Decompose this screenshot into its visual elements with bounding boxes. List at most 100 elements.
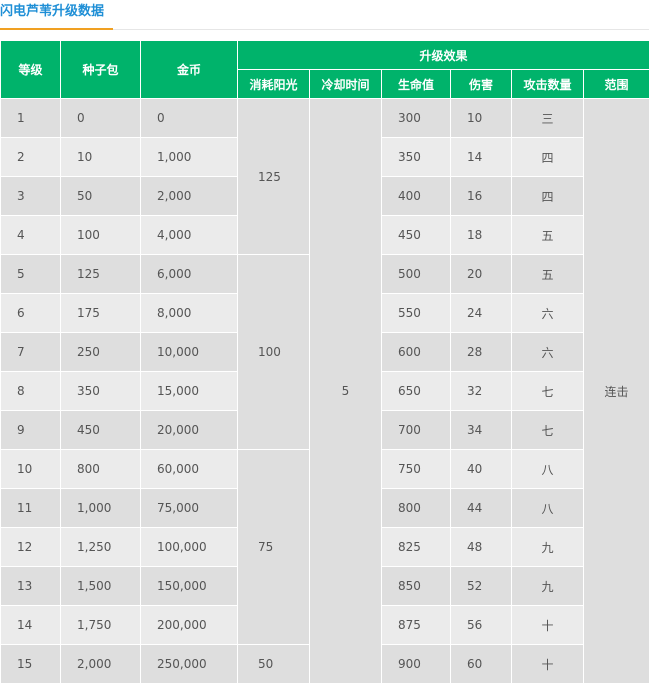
hp-cell: 600 bbox=[381, 332, 451, 372]
damage-cell: 44 bbox=[450, 488, 512, 528]
damage-cell: 28 bbox=[450, 332, 512, 372]
level-cell: 9 bbox=[0, 410, 61, 450]
damage-cell: 24 bbox=[450, 293, 512, 333]
seeds-cell: 0 bbox=[60, 98, 141, 138]
seeds-cell: 450 bbox=[60, 410, 141, 450]
seeds-cell: 800 bbox=[60, 449, 141, 489]
damage-cell: 48 bbox=[450, 527, 512, 567]
attack-count-cell: 七 bbox=[511, 371, 584, 411]
coins-cell: 20,000 bbox=[140, 410, 238, 450]
attack-count-cell: 九 bbox=[511, 527, 584, 567]
sun-cost-cell: 50 bbox=[237, 644, 310, 684]
hp-cell: 850 bbox=[381, 566, 451, 606]
title-bar: 闪电芦苇升级数据 bbox=[0, 0, 649, 30]
level-cell: 2 bbox=[0, 137, 61, 177]
damage-cell: 10 bbox=[450, 98, 512, 138]
coins-cell: 100,000 bbox=[140, 527, 238, 567]
seeds-cell: 1,250 bbox=[60, 527, 141, 567]
damage-cell: 14 bbox=[450, 137, 512, 177]
coins-cell: 60,000 bbox=[140, 449, 238, 489]
damage-cell: 34 bbox=[450, 410, 512, 450]
seeds-cell: 100 bbox=[60, 215, 141, 255]
coins-cell: 150,000 bbox=[140, 566, 238, 606]
coins-cell: 10,000 bbox=[140, 332, 238, 372]
level-cell: 13 bbox=[0, 566, 61, 606]
coins-cell: 8,000 bbox=[140, 293, 238, 333]
attack-count-cell: 七 bbox=[511, 410, 584, 450]
damage-cell: 40 bbox=[450, 449, 512, 489]
attack-count-cell: 四 bbox=[511, 137, 584, 177]
damage-cell: 18 bbox=[450, 215, 512, 255]
sun-cost-cell: 125 bbox=[237, 98, 310, 255]
coins-cell: 0 bbox=[140, 98, 238, 138]
attack-count-cell: 十 bbox=[511, 605, 584, 645]
damage-cell: 52 bbox=[450, 566, 512, 606]
coins-cell: 6,000 bbox=[140, 254, 238, 294]
attack-count-cell: 九 bbox=[511, 566, 584, 606]
level-cell: 5 bbox=[0, 254, 61, 294]
header-damage: 伤害 bbox=[450, 69, 512, 99]
hp-cell: 350 bbox=[381, 137, 451, 177]
coins-cell: 200,000 bbox=[140, 605, 238, 645]
hp-cell: 700 bbox=[381, 410, 451, 450]
header-seeds: 种子包 bbox=[60, 40, 141, 99]
seeds-cell: 50 bbox=[60, 176, 141, 216]
seeds-cell: 1,500 bbox=[60, 566, 141, 606]
level-cell: 1 bbox=[0, 98, 61, 138]
sun-cost-cell: 100 bbox=[237, 254, 310, 450]
seeds-cell: 175 bbox=[60, 293, 141, 333]
hp-cell: 300 bbox=[381, 98, 451, 138]
coins-cell: 15,000 bbox=[140, 371, 238, 411]
header-upgrade-effect: 升级效果 bbox=[236, 40, 649, 70]
seeds-cell: 10 bbox=[60, 137, 141, 177]
range-cell: 连击 bbox=[582, 98, 649, 684]
header-hp: 生命值 bbox=[381, 69, 451, 99]
level-cell: 11 bbox=[0, 488, 61, 528]
attack-count-cell: 八 bbox=[511, 449, 584, 489]
damage-cell: 60 bbox=[450, 644, 512, 684]
header-attack-count: 攻击数量 bbox=[511, 69, 584, 99]
hp-cell: 650 bbox=[381, 371, 451, 411]
damage-cell: 32 bbox=[450, 371, 512, 411]
attack-count-cell: 五 bbox=[511, 254, 584, 294]
attack-count-cell: 六 bbox=[511, 332, 584, 372]
hp-cell: 900 bbox=[381, 644, 451, 684]
coins-cell: 2,000 bbox=[140, 176, 238, 216]
attack-count-cell: 十 bbox=[511, 644, 584, 684]
hp-cell: 400 bbox=[381, 176, 451, 216]
seeds-cell: 250 bbox=[60, 332, 141, 372]
damage-cell: 56 bbox=[450, 605, 512, 645]
level-cell: 8 bbox=[0, 371, 61, 411]
level-cell: 10 bbox=[0, 449, 61, 489]
coins-cell: 1,000 bbox=[140, 137, 238, 177]
hp-cell: 500 bbox=[381, 254, 451, 294]
level-cell: 14 bbox=[0, 605, 61, 645]
table-row: 1 0 0 125 5 300 10 三连击 bbox=[0, 98, 649, 684]
header-cooldown: 冷却时间 bbox=[309, 69, 382, 99]
seeds-cell: 125 bbox=[60, 254, 141, 294]
hp-cell: 750 bbox=[381, 449, 451, 489]
seeds-cell: 350 bbox=[60, 371, 141, 411]
sun-cost-cell: 75 bbox=[237, 449, 310, 645]
level-cell: 12 bbox=[0, 527, 61, 567]
coins-cell: 250,000 bbox=[140, 644, 238, 684]
header-level: 等级 bbox=[0, 40, 61, 99]
attack-count-cell: 三 bbox=[511, 98, 584, 138]
upgrade-data-table: 等级 种子包 金币 升级效果 消耗阳光 冷却时间 生命值 伤害 攻击数量 范围 … bbox=[0, 40, 649, 684]
attack-count-cell: 六 bbox=[511, 293, 584, 333]
header-coins: 金币 bbox=[140, 40, 238, 99]
attack-count-cell: 八 bbox=[511, 488, 584, 528]
seeds-cell: 1,000 bbox=[60, 488, 141, 528]
level-cell: 3 bbox=[0, 176, 61, 216]
seeds-cell: 1,750 bbox=[60, 605, 141, 645]
page-title: 闪电芦苇升级数据 bbox=[0, 4, 105, 19]
header-sun-cost: 消耗阳光 bbox=[237, 69, 310, 99]
attack-count-cell: 五 bbox=[511, 215, 584, 255]
hp-cell: 550 bbox=[381, 293, 451, 333]
level-cell: 15 bbox=[0, 644, 61, 684]
coins-cell: 75,000 bbox=[140, 488, 238, 528]
header-range: 范围 bbox=[582, 69, 649, 99]
hp-cell: 875 bbox=[381, 605, 451, 645]
coins-cell: 4,000 bbox=[140, 215, 238, 255]
damage-cell: 20 bbox=[450, 254, 512, 294]
